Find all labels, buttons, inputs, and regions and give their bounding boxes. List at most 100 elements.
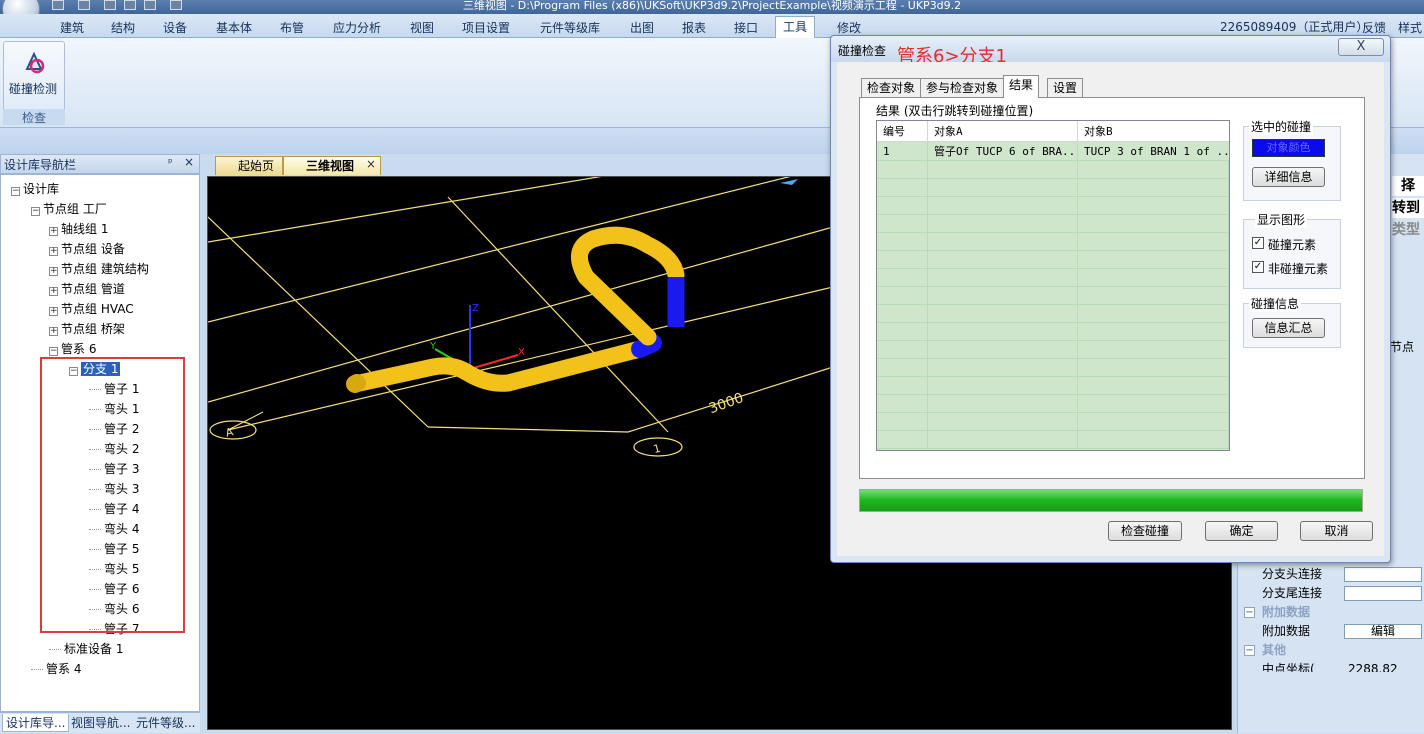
table-cell	[928, 305, 1078, 323]
tree-node[interactable]: − 管系 6	[49, 339, 96, 359]
redo-icon[interactable]	[124, 0, 136, 10]
ok-button[interactable]: 确定	[1205, 521, 1278, 541]
tree-node[interactable]: + 节点组 设备	[49, 239, 125, 259]
collision-check-label: 碰撞检测	[9, 82, 58, 96]
progress-fill	[860, 490, 1362, 511]
category-extra-data[interactable]: − 附加数据	[1240, 603, 1424, 622]
check-collision-button[interactable]: 检查碰撞	[1108, 521, 1182, 541]
customize-icon[interactable]	[170, 0, 182, 10]
table-row-empty	[877, 161, 1229, 179]
tab-check-objects[interactable]: 检查对象	[861, 78, 922, 97]
view-icon[interactable]	[144, 0, 156, 10]
expand-icon[interactable]: +	[49, 307, 58, 316]
tab-structure[interactable]: 结构	[111, 18, 135, 38]
table-cell	[1078, 305, 1229, 323]
branch-head-field[interactable]	[1344, 567, 1422, 582]
dimension-label: 3000	[707, 390, 746, 417]
tab-view-navigation[interactable]: 视图导航...	[68, 714, 133, 732]
table-cell	[877, 179, 928, 197]
tab-view[interactable]: 视图	[410, 18, 434, 38]
branch-tail-field[interactable]	[1344, 586, 1422, 601]
edit-extra-data-button[interactable]: 编辑	[1344, 624, 1422, 639]
tab-reports[interactable]: 报表	[682, 18, 706, 38]
tree-node[interactable]: + 节点组 桥架	[49, 319, 125, 339]
tab-settings[interactable]: 设置	[1047, 78, 1084, 97]
save-icon[interactable]	[52, 0, 64, 10]
tab-start-page[interactable]: 起始页	[215, 156, 284, 175]
axis-x-label: X	[518, 347, 525, 358]
tree-node-label: 节点组 建筑结构	[61, 262, 149, 276]
tree-node[interactable]: + 节点组 管道	[49, 279, 125, 299]
object-color-swatch[interactable]: 对象颜色	[1252, 139, 1325, 157]
table-cell	[1078, 413, 1229, 431]
expand-icon[interactable]: +	[49, 247, 58, 256]
category-other[interactable]: − 其他	[1240, 641, 1424, 660]
expand-icon[interactable]: +	[49, 267, 58, 276]
tab-equipment[interactable]: 设备	[163, 18, 187, 38]
tree-node-label: 轴线组 1	[61, 222, 109, 236]
expand-icon[interactable]: +	[49, 287, 58, 296]
collapse-icon[interactable]: −	[11, 187, 20, 196]
expand-icon[interactable]: +	[49, 327, 58, 336]
close-icon[interactable]: ×	[184, 155, 194, 169]
tree-node[interactable]: + 轴线组 1	[49, 219, 108, 239]
table-cell	[1078, 179, 1229, 197]
style-menu[interactable]: 样式	[1398, 18, 1422, 38]
tree-node[interactable]: − 节点组 工厂	[31, 199, 107, 219]
table-cell	[928, 359, 1078, 377]
tab-results[interactable]: 结果	[1003, 75, 1040, 98]
tab-component-library[interactable]: 元件等级库	[540, 18, 600, 38]
tab-drawings[interactable]: 出图	[630, 18, 654, 38]
table-row-empty	[877, 269, 1229, 287]
summary-button[interactable]: 信息汇总	[1252, 318, 1325, 338]
tab-interface[interactable]: 接口	[734, 18, 758, 38]
tab-design-library[interactable]: 设计库导...	[2, 714, 70, 732]
goto-button-partial[interactable]: 转到	[1392, 198, 1424, 218]
table-cell	[928, 197, 1078, 215]
collapse-icon[interactable]: −	[49, 347, 58, 356]
cancel-button[interactable]: 取消	[1300, 521, 1373, 541]
table-cell	[928, 341, 1078, 359]
tab-stress-analysis[interactable]: 应力分析	[333, 18, 381, 38]
detail-info-button[interactable]: 详细信息	[1252, 167, 1325, 187]
prop-branch-head: 分支头连接	[1240, 565, 1424, 584]
table-row[interactable]: 1 管子Of TUCP 6 of BRA... TUCP 3 of BRAN 1…	[877, 143, 1229, 161]
tab-participating-objects[interactable]: 参与检查对象	[920, 78, 1005, 97]
column-header-object-a[interactable]: 对象A	[928, 121, 1078, 142]
column-header-id[interactable]: 编号	[877, 121, 928, 142]
tab-project-settings[interactable]: 项目设置	[462, 18, 510, 38]
tab-architecture[interactable]: 建筑	[60, 18, 84, 38]
pin-icon[interactable]: ᵖ	[168, 156, 173, 169]
select-button-partial[interactable]: 择	[1392, 176, 1424, 196]
undo-icon[interactable]	[104, 0, 116, 10]
label-collision-elements: 碰撞元素	[1268, 238, 1317, 252]
tree-node[interactable]: + 节点组 建筑结构	[49, 259, 149, 279]
tree-node[interactable]: + 节点组 HVAC	[49, 299, 134, 319]
tab-primitives[interactable]: 基本体	[216, 18, 252, 38]
open-icon[interactable]	[78, 0, 90, 10]
tab-component-grade[interactable]: 元件等级...	[133, 714, 198, 732]
close-icon[interactable]: ×	[366, 157, 376, 171]
table-cell	[1078, 215, 1229, 233]
checkbox-collision-elements[interactable]: ✓	[1252, 237, 1264, 249]
group-selected-collision	[1243, 126, 1341, 201]
collapse-icon[interactable]: −	[31, 207, 40, 216]
tree-node[interactable]: − 设计库	[11, 179, 59, 199]
grid-label-1: 1	[652, 442, 662, 456]
dialog-close-button[interactable]: X	[1338, 38, 1384, 56]
table-cell	[1078, 341, 1229, 359]
table-cell	[928, 251, 1078, 269]
column-header-object-b[interactable]: 对象B	[1078, 121, 1229, 142]
axis-y-label: Y	[429, 341, 437, 352]
results-table[interactable]: 编号 对象A 对象B 1 管子Of TUCP 6 of BRA... TUCP …	[876, 120, 1230, 451]
tab-tools[interactable]: 工具	[775, 16, 816, 39]
tab-piping[interactable]: 布管	[280, 18, 304, 38]
table-cell	[877, 269, 928, 287]
expand-icon[interactable]: +	[49, 227, 58, 236]
tree-node[interactable]: 标准设备 1	[49, 639, 123, 659]
tree-connector	[31, 669, 43, 670]
tree-node-label: 管系 4	[46, 662, 82, 676]
checkbox-noncollision-elements[interactable]: ✓	[1252, 261, 1264, 273]
tree-node[interactable]: 管系 4	[31, 659, 81, 679]
prop-midpoint: 中点坐标( 2288.82 mm	[1262, 662, 1398, 672]
